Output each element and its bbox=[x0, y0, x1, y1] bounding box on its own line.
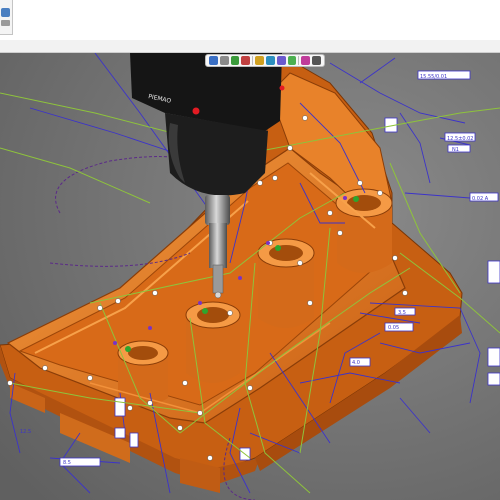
svg-text:12.5±0.02: 12.5±0.02 bbox=[447, 136, 473, 142]
app-window: 15.55/0.01 12.5±0.02 N1 0.02 A 3.5 0.05 … bbox=[0, 0, 500, 500]
probe-led-indicator bbox=[279, 85, 285, 91]
svg-text:3.5: 3.5 bbox=[398, 310, 406, 316]
probe-led-indicator bbox=[192, 107, 200, 115]
close-icon[interactable] bbox=[312, 56, 321, 65]
svg-text:8.5: 8.5 bbox=[63, 460, 71, 466]
rotate-icon[interactable] bbox=[287, 56, 297, 65]
toolbar-divider bbox=[0, 40, 500, 53]
svg-text:0.02 A: 0.02 A bbox=[472, 196, 489, 202]
view-toolbar bbox=[205, 54, 325, 67]
probe-stylus bbox=[212, 264, 224, 294]
toolbar-separator bbox=[298, 56, 300, 65]
globe-icon[interactable] bbox=[230, 56, 240, 65]
scene-canvas[interactable]: 15.55/0.01 12.5±0.02 N1 0.02 A 3.5 0.05 … bbox=[0, 53, 500, 500]
view-fit-icon[interactable] bbox=[209, 56, 218, 65]
probe-extension bbox=[209, 223, 227, 268]
section-icon[interactable] bbox=[301, 56, 311, 65]
pan-icon[interactable] bbox=[265, 56, 275, 65]
svg-text:0.05: 0.05 bbox=[388, 325, 399, 331]
menu-icon bbox=[1, 20, 10, 26]
select-icon[interactable] bbox=[219, 56, 229, 65]
3d-viewport[interactable]: 15.55/0.01 12.5±0.02 N1 0.02 A 3.5 0.05 … bbox=[0, 53, 500, 500]
top-toolbar bbox=[0, 0, 500, 41]
probe-tip bbox=[214, 291, 222, 299]
probe-adapter bbox=[205, 195, 230, 225]
app-icon bbox=[1, 8, 10, 17]
panel-toggle-button[interactable] bbox=[0, 0, 13, 35]
toolbar-separator bbox=[252, 56, 254, 65]
svg-text:15.55/0.01: 15.55/0.01 bbox=[420, 74, 447, 80]
svg-text:N1: N1 bbox=[452, 147, 459, 153]
boss-front[interactable] bbox=[117, 340, 169, 407]
grid-icon[interactable] bbox=[255, 56, 264, 65]
svg-text:4.0: 4.0 bbox=[352, 360, 360, 366]
zoom-icon[interactable] bbox=[276, 56, 286, 65]
camera-icon[interactable] bbox=[241, 56, 251, 65]
svg-text:12.5: 12.5 bbox=[20, 429, 31, 435]
boss-center[interactable] bbox=[257, 238, 315, 328]
